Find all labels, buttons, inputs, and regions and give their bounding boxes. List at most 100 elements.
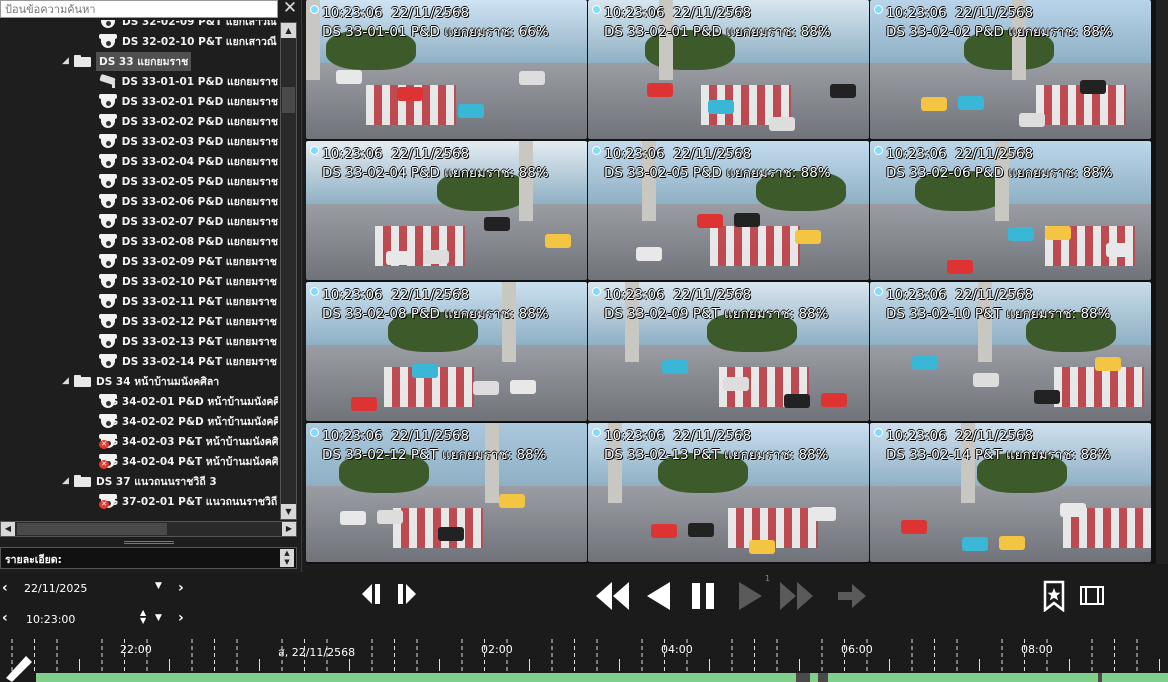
tree-camera-item[interactable]: DS 34-02-01 P&D หน้าบ้านมนังคศิลา <box>0 391 278 411</box>
spin-icon[interactable]: ▲ ▼ <box>140 609 146 625</box>
video-tile[interactable]: 10:23:06 22/11/2568 DS 33-02-02 P&D แยกยม… <box>870 0 1151 139</box>
video-tile[interactable]: 10:23:06 22/11/2568 DS 33-02-14 P&T แยกยม… <box>870 423 1151 562</box>
play-icon[interactable] <box>737 580 765 610</box>
step-back-icon[interactable] <box>360 580 388 610</box>
osd-camera-name: DS 33-02-13 P&T แยกยมราช: 88% <box>604 447 829 463</box>
recording-bar[interactable] <box>36 673 1168 682</box>
tree-camera-item[interactable]: ✕ DS 37-02-01 P&T แนวถนนราชวิถี 3 <box>0 491 278 511</box>
video-tile[interactable]: 10:23:06 22/11/2568 DS 33-01-01 P&D แยกยม… <box>306 0 587 139</box>
live-status-icon <box>592 146 601 155</box>
search-input[interactable] <box>0 0 278 18</box>
expand-triangle-icon[interactable]: ◢ <box>62 476 74 486</box>
dome-camera-icon <box>98 153 118 169</box>
tree-vertical-scrollbar[interactable]: ▲ ▼ <box>280 22 297 520</box>
video-tile[interactable]: 10:23:06 22/11/2568 DS 33-02-09 P&T แยกยม… <box>588 282 869 421</box>
scroll-thumb[interactable] <box>282 87 295 113</box>
dropdown-icon[interactable]: ▼ <box>155 613 162 623</box>
tree-camera-item[interactable]: DS 33-02-12 P&T แยกยมราช <box>0 311 278 331</box>
tree-horizontal-scrollbar[interactable]: ◀ ▶ <box>0 521 297 537</box>
expand-triangle-icon[interactable]: ◢ <box>62 56 74 66</box>
tree-camera-item[interactable]: DS 32-02-10 P&T แยกเสาวณี <box>0 31 278 51</box>
tree-camera-item[interactable]: ✕ DS 34-02-03 P&T หน้าบ้านมนังคศิลา <box>0 431 278 451</box>
video-tile[interactable]: 10:23:06 22/11/2568 DS 33-02-06 P&D แยกยม… <box>870 141 1151 280</box>
live-status-icon <box>874 146 883 155</box>
live-status-icon <box>310 428 319 437</box>
tree-camera-item[interactable]: DS 33-01-01 P&D แยกยมราช <box>0 71 278 91</box>
video-tile[interactable]: 10:23:06 22/11/2568 DS 33-02-12 P&T แยกยม… <box>306 423 587 562</box>
timeline-label: 06:00 <box>841 643 873 656</box>
scroll-down-icon[interactable]: ▼ <box>281 504 296 519</box>
chevron-right-icon[interactable]: › <box>178 610 184 626</box>
timeline[interactable]: 22:00 ส, 22/11/2568 02:00 04:00 06:00 08… <box>0 633 1168 682</box>
osd-camera-name: DS 33-02-12 P&T แยกยมราช: 88% <box>322 447 547 463</box>
tree-group-item[interactable]: ◢ DS 37 แนวถนนราชวิถี 3 <box>0 471 278 491</box>
tree-camera-item[interactable]: DS 33-02-11 P&T แยกยมราช <box>0 291 278 311</box>
expand-triangle-icon[interactable]: ◢ <box>62 376 74 386</box>
dropdown-icon[interactable]: ▼ <box>155 581 162 591</box>
time-field[interactable]: 10:23:00 <box>26 613 75 626</box>
recording-gap <box>1098 673 1102 682</box>
play-reverse-icon[interactable] <box>645 580 673 610</box>
panel-splitter[interactable] <box>124 541 174 544</box>
close-icon[interactable]: ✕ <box>280 0 300 18</box>
tree-camera-item[interactable]: DS 33-02-04 P&D แยกยมราช <box>0 151 278 171</box>
scroll-left-icon[interactable]: ◀ <box>1 522 15 536</box>
osd-date: 22/11/2568 <box>673 287 752 303</box>
scroll-right-icon[interactable]: ▶ <box>282 522 296 536</box>
live-status-icon <box>874 428 883 437</box>
timeline-label: 08:00 <box>1021 643 1053 656</box>
clip-icon[interactable] <box>1079 580 1105 610</box>
tree-camera-item[interactable]: DS 32-02-09 P&T แยกเสาวณี <box>0 20 278 31</box>
spin-icon[interactable]: ▲ ▼ <box>280 549 294 567</box>
timeline-label: ส, 22/11/2568 <box>278 646 356 659</box>
tree-camera-item[interactable]: DS 33-02-05 P&D แยกยมราช <box>0 171 278 191</box>
tree-camera-item[interactable]: DS 33-02-08 P&D แยกยมราช <box>0 231 278 251</box>
tree-camera-item[interactable]: DS 33-02-10 P&T แยกยมราช <box>0 271 278 291</box>
tree-camera-item[interactable]: DS 33-02-09 P&T แยกยมราช <box>0 251 278 271</box>
tree-camera-item[interactable]: DS 33-02-13 P&T แยกยมราช <box>0 331 278 351</box>
dome-camera-icon <box>98 20 118 29</box>
tree-camera-item[interactable]: DS 34-02-02 P&D หน้าบ้านมนังคศิลา <box>0 411 278 431</box>
speed-indicator: 1 <box>765 574 771 583</box>
step-forward-icon[interactable] <box>396 580 424 610</box>
tree-item-label: DS 34 หน้าบ้านมนังคศิลา <box>96 375 220 388</box>
video-osd: 10:23:06 22/11/2568 DS 33-02-09 P&T แยกยม… <box>604 286 828 324</box>
dome-camera-icon <box>98 173 118 189</box>
pause-icon[interactable] <box>690 580 718 610</box>
video-scene <box>510 380 536 394</box>
tree-camera-item[interactable]: DS 33-02-01 P&D แยกยมราช <box>0 91 278 111</box>
chevron-right-icon[interactable]: › <box>178 580 184 596</box>
tree-camera-item[interactable]: ✕ DS 34-02-04 P&T หน้าบ้านมนังคศิลา <box>0 451 278 471</box>
video-scene <box>351 397 377 411</box>
video-scene <box>458 104 484 118</box>
fast-forward-icon[interactable] <box>780 580 816 610</box>
video-scene <box>784 394 810 408</box>
tree-group-item[interactable]: ◢ DS 33 แยกยมราช <box>0 51 278 71</box>
timeline-cursor-handle[interactable] <box>2 652 32 682</box>
video-tile[interactable]: 10:23:06 22/11/2568 DS 33-02-01 P&D แยกยม… <box>588 0 869 139</box>
video-tile[interactable]: 10:23:06 22/11/2568 DS 33-02-13 P&T แยกยม… <box>588 423 869 562</box>
video-tile[interactable]: 10:23:06 22/11/2568 DS 33-02-10 P&T แยกยม… <box>870 282 1151 421</box>
video-tile[interactable]: 10:23:06 22/11/2568 DS 33-02-08 P&D แยกยม… <box>306 282 587 421</box>
tree-group-item[interactable]: ◢ DS 34 หน้าบ้านมนังคศิลา <box>0 371 278 391</box>
scroll-thumb[interactable] <box>17 523 167 535</box>
video-tile[interactable]: 10:23:06 22/11/2568 DS 33-02-05 P&D แยกยม… <box>588 141 869 280</box>
tree-camera-item[interactable]: DS 33-02-03 P&D แยกยมราช <box>0 131 278 151</box>
osd-date: 22/11/2568 <box>955 5 1034 21</box>
tree-item-label: DS 33-02-08 P&D แยกยมราช <box>121 235 278 248</box>
tree-camera-item[interactable]: DS 33-02-14 P&T แยกยมราช <box>0 351 278 371</box>
bookmark-icon[interactable] <box>1042 580 1066 612</box>
fast-rewind-icon[interactable] <box>596 580 632 610</box>
tree-item-label: DS 33-02-12 P&T แยกยมราช <box>122 315 277 328</box>
date-field[interactable]: 22/11/2025 <box>24 582 87 595</box>
chevron-left-icon[interactable]: ‹ <box>2 580 8 596</box>
tree-item-label: DS 33-02-14 P&T แยกยมราช <box>122 355 277 368</box>
tree-camera-item[interactable]: DS 33-02-02 P&D แยกยมราช <box>0 111 278 131</box>
recording-gap <box>818 673 828 682</box>
tree-camera-item[interactable]: DS 33-02-06 P&D แยกยมราช <box>0 191 278 211</box>
tree-camera-item[interactable]: DS 33-02-07 P&D แยกยมราช <box>0 211 278 231</box>
video-tile[interactable]: 10:23:06 22/11/2568 DS 33-02-04 P&D แยกยม… <box>306 141 587 280</box>
chevron-left-icon[interactable]: ‹ <box>2 610 8 626</box>
scroll-up-icon[interactable]: ▲ <box>281 23 296 38</box>
next-icon[interactable] <box>836 580 868 610</box>
